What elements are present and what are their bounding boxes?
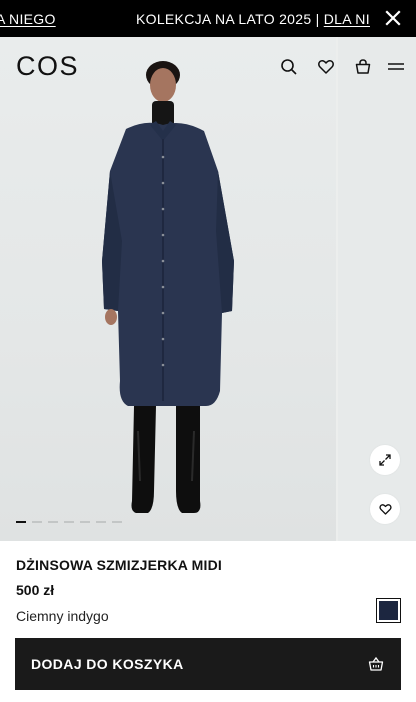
promo-summer-text: KOLEKCJA NA LATO 2025 | xyxy=(136,11,324,27)
close-promo-button[interactable] xyxy=(384,9,402,27)
product-price: 500 zł xyxy=(16,582,55,598)
search-button[interactable] xyxy=(279,57,299,77)
heart-icon xyxy=(318,60,334,74)
product-gallery[interactable]: COS xyxy=(0,37,416,541)
color-swatch-selected[interactable] xyxy=(376,598,401,623)
model-wearing-denim-shirt-dress xyxy=(102,61,234,513)
pagination-dot[interactable] xyxy=(96,521,106,523)
swatch-fill xyxy=(379,601,398,620)
menu-icon xyxy=(388,63,404,70)
pagination-dot[interactable] xyxy=(64,521,74,523)
pagination-dot-active[interactable] xyxy=(16,521,26,523)
promo-segment: KOLEKCJA NA LATO 2025 | DLA NIEGO xyxy=(136,11,370,27)
product-info: DŻINSOWA SZMIZJERKA MIDI 500 zł Ciemny i… xyxy=(0,541,416,702)
add-to-cart-label: DODAJ DO KOSZYKA xyxy=(31,656,184,672)
heart-icon xyxy=(378,503,392,515)
search-icon xyxy=(281,59,297,75)
pagination-dot[interactable] xyxy=(32,521,42,523)
pagination-dot[interactable] xyxy=(80,521,90,523)
bag-icon xyxy=(355,59,371,74)
gallery-pagination xyxy=(16,521,122,523)
product-name: DŻINSOWA SZMIZJERKA MIDI xyxy=(16,557,222,573)
cart-button[interactable] xyxy=(353,57,373,77)
expand-icon xyxy=(379,454,391,466)
close-icon xyxy=(385,10,401,26)
expand-image-button[interactable] xyxy=(370,445,400,475)
brand-logo[interactable]: COS xyxy=(16,51,79,82)
promo-link-men[interactable]: DLA NIEGO xyxy=(0,11,56,27)
promo-marquee: J DLA NIEGO KOLEKCJA NA LATO 2025 | DLA … xyxy=(0,0,370,37)
product-color-name: Ciemny indygo xyxy=(16,608,109,624)
pagination-dot[interactable] xyxy=(48,521,58,523)
basket-icon xyxy=(368,656,384,671)
add-to-wishlist-button[interactable] xyxy=(370,494,400,524)
promo-banner: J DLA NIEGO KOLEKCJA NA LATO 2025 | DLA … xyxy=(0,0,416,37)
product-image[interactable] xyxy=(0,37,336,541)
promo-segment: J DLA NIEGO xyxy=(0,11,56,27)
promo-link-men[interactable]: DLA NIEGO xyxy=(324,11,370,27)
wishlist-button[interactable] xyxy=(316,57,336,77)
pagination-dot[interactable] xyxy=(112,521,122,523)
add-to-cart-button[interactable]: DODAJ DO KOSZYKA xyxy=(15,638,401,690)
menu-button[interactable] xyxy=(386,57,406,77)
